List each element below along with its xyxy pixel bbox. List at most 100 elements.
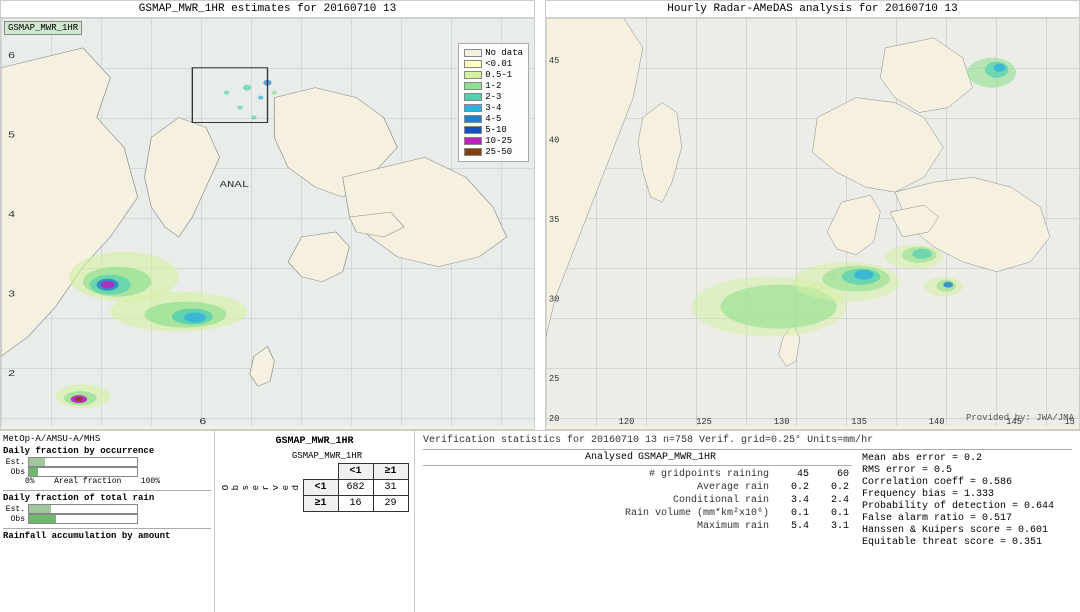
- divider-1: [3, 490, 211, 491]
- contingency-row-1: <1 682 31: [303, 480, 408, 496]
- chart-total-rain: Daily fraction of total rain Est. Obs: [3, 493, 211, 524]
- legend-color-001: [464, 60, 482, 68]
- stats-label-volume: Rain volume (mm*km²x10⁶): [423, 507, 772, 520]
- bar-row-est2: Est.: [3, 504, 211, 514]
- legend-label-510: 5-10: [485, 125, 507, 135]
- contingency-wrapper: GSMAP_MWR_1HR Observed <1 ≥1 <1 682: [220, 451, 409, 512]
- stats-val2-gridpoints: 60: [812, 468, 852, 481]
- stats-content: Analysed GSMAP_MWR_1HR # gridpoints rain…: [423, 452, 1072, 549]
- legend-item-nodata: No data: [464, 48, 523, 58]
- bar-row-est1: Est.: [3, 457, 211, 467]
- bar-fill-est2: [29, 505, 51, 513]
- chart-occurrence: Daily fraction by occurrence Est. Obs 0%…: [3, 446, 211, 486]
- bottom-left-panel: MetOp-A/AMSU-A/MHS Daily fraction by occ…: [0, 431, 215, 612]
- stats-val1-condrain: 3.4: [772, 494, 812, 507]
- bar-fill-est1: [29, 458, 45, 466]
- legend-item-001: <0.01: [464, 59, 523, 69]
- legend-item-34: 3-4: [464, 103, 523, 113]
- legend-label-05: 0.5-1: [485, 70, 512, 80]
- bar-row-obs1: Obs: [3, 467, 211, 477]
- contingency-row-2: ≥1 16 29: [303, 496, 408, 512]
- legend-color-45: [464, 115, 482, 123]
- bottom-stats-panel: Verification statistics for 20160710 13 …: [415, 431, 1080, 612]
- svg-text:6: 6: [199, 417, 206, 426]
- main-container: GSMAP_MWR_1HR estimates for 20160710 13: [0, 0, 1080, 612]
- stats-col-gsmap: GSMAP_MWR_1HR: [638, 452, 698, 463]
- xaxis-labels-1: 0% Areal fraction 100%: [25, 477, 160, 486]
- contingency-cell-11: 682: [338, 480, 373, 496]
- right-map-title: Hourly Radar-AMeDAS analysis for 2016071…: [546, 1, 1079, 18]
- svg-text:4: 4: [8, 210, 15, 220]
- bar-row-obs2: Obs: [3, 514, 211, 524]
- contingency-table: <1 ≥1 <1 682 31 ≥1 16 29: [303, 463, 409, 512]
- contingency-row-header-2: ≥1: [303, 496, 338, 512]
- legend-color-05: [464, 71, 482, 79]
- stats-col-headers: Analysed GSMAP_MWR_1HR: [583, 452, 852, 463]
- observed-vertical-label: Observed: [221, 484, 301, 490]
- legend-label-1025: 10-25: [485, 136, 512, 146]
- svg-text:125: 125: [696, 417, 712, 426]
- svg-text:3: 3: [8, 290, 15, 300]
- xaxis-mid-1: Areal fraction: [54, 477, 121, 486]
- left-map-panel: GSMAP_MWR_1HR estimates for 20160710 13: [0, 0, 535, 430]
- stats-label-gridpoints: # gridpoints raining: [423, 468, 772, 481]
- left-map-content: 6 5 4 3 2 6 ANAL GSMAP_MWR_1HR: [1, 18, 534, 426]
- contingency-header-row: <1 ≥1: [303, 464, 408, 480]
- legend-item-510: 5-10: [464, 125, 523, 135]
- svg-text:135: 135: [851, 417, 867, 426]
- stats-left-section: Analysed GSMAP_MWR_1HR # gridpoints rain…: [423, 452, 852, 549]
- legend-color-12: [464, 82, 482, 90]
- stats-val1-avgrain: 0.2: [772, 481, 812, 494]
- stats-val2-maxrain: 3.1: [812, 520, 852, 533]
- xaxis-start-1: 0%: [25, 477, 35, 486]
- satellite-label: MetOp-A/AMSU-A/MHS: [3, 434, 211, 444]
- svg-text:5: 5: [8, 131, 15, 141]
- svg-text:2: 2: [8, 370, 15, 380]
- legend-color-1025: [464, 137, 482, 145]
- bottom-row: MetOp-A/AMSU-A/MHS Daily fraction by occ…: [0, 430, 1080, 612]
- contingency-col-header-1: <1: [338, 464, 373, 480]
- stats-val2-avgrain: 0.2: [812, 481, 852, 494]
- right-map-panel: Hourly Radar-AMeDAS analysis for 2016071…: [545, 0, 1080, 430]
- stat-mean-abs-error: Mean abs error = 0.2: [862, 453, 1072, 464]
- verification-header: Verification statistics for 20160710 13 …: [423, 435, 1072, 446]
- contingency-col-header-2: ≥1: [373, 464, 408, 480]
- stats-val2-volume: 0.1: [812, 507, 852, 520]
- bottom-middle-panel: GSMAP_MWR_1HR GSMAP_MWR_1HR Observed <1 …: [215, 431, 415, 612]
- bar-fill-obs1: [29, 468, 38, 476]
- stat-hanssen-kuipers: Hanssen & Kuipers score = 0.601: [862, 525, 1072, 536]
- svg-text:140: 140: [929, 417, 945, 426]
- gsmap-tag: GSMAP_MWR_1HR: [4, 21, 82, 35]
- svg-text:120: 120: [619, 417, 635, 426]
- est-label-2: Est.: [3, 505, 25, 514]
- stats-row-avgrain: Average rain 0.2 0.2: [423, 481, 852, 494]
- svg-text:20: 20: [549, 414, 559, 424]
- legend-item-05: 0.5-1: [464, 70, 523, 80]
- legend-item-12: 1-2: [464, 81, 523, 91]
- stats-row-condrain: Conditional rain 3.4 2.4: [423, 494, 852, 507]
- stats-row-maxrain: Maximum rain 5.4 3.1: [423, 520, 852, 533]
- bar-track-est1: [28, 457, 138, 467]
- right-map-content: 45 40 35 30 25 20 120 125 130 135 140 14…: [546, 18, 1079, 426]
- stat-freq-bias: Frequency bias = 1.333: [862, 489, 1072, 500]
- legend-color-23: [464, 93, 482, 101]
- chart-accumulation: Rainfall accumulation by amount: [3, 531, 211, 541]
- legend-label-nodata: No data: [485, 48, 523, 58]
- map-legend: No data <0.01 0.5-1 1-2: [458, 43, 529, 162]
- svg-text:30: 30: [549, 295, 559, 305]
- est-label-1: Est.: [3, 458, 25, 467]
- stats-col-analysed: Analysed: [583, 452, 633, 463]
- left-map-title: GSMAP_MWR_1HR estimates for 20160710 13: [1, 1, 534, 18]
- chart1-title: Daily fraction by occurrence: [3, 446, 211, 456]
- bar-track-obs2: [28, 514, 138, 524]
- stat-equitable-threat: Equitable threat score = 0.351: [862, 537, 1072, 548]
- legend-item-2550: 25-50: [464, 147, 523, 157]
- stats-main-table: # gridpoints raining 45 60 Average rain …: [423, 468, 852, 533]
- divider-2: [3, 528, 211, 529]
- obs-label-2: Obs: [3, 515, 25, 524]
- bar-track-obs1: [28, 467, 138, 477]
- svg-text:35: 35: [549, 215, 559, 225]
- svg-text:130: 130: [774, 417, 790, 426]
- stat-corr-coeff: Correlation coeff = 0.586: [862, 477, 1072, 488]
- legend-color-nodata: [464, 49, 482, 57]
